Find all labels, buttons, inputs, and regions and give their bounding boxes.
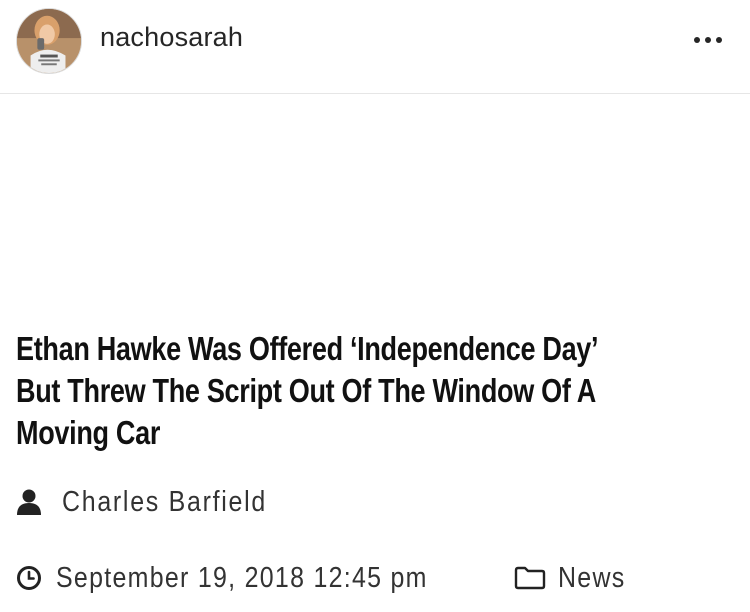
username[interactable]: nachosarah <box>100 22 243 53</box>
publish-date-text: September 19, 2018 12:45 pm <box>56 561 428 594</box>
meta-row: September 19, 2018 12:45 pm News <box>16 558 637 598</box>
article-headline: Ethan Hawke Was Offered ‘Independence Da… <box>16 330 597 451</box>
author-name[interactable]: Charles Barfield <box>62 486 267 519</box>
avatar-image <box>17 9 81 73</box>
more-options-button[interactable] <box>686 28 730 52</box>
category-link[interactable]: News <box>558 562 637 595</box>
author-row: Charles Barfield <box>16 482 300 522</box>
user-icon <box>17 489 41 515</box>
avatar[interactable] <box>16 8 82 74</box>
post-header: nachosarah <box>0 0 750 94</box>
category-text: News <box>558 561 626 594</box>
folder-icon-wrap <box>514 566 546 590</box>
publish-date: September 19, 2018 12:45 pm <box>56 562 488 595</box>
clock-icon <box>17 566 41 590</box>
header-divider <box>0 93 750 94</box>
ellipsis-icon <box>694 37 722 43</box>
folder-icon <box>515 566 546 590</box>
